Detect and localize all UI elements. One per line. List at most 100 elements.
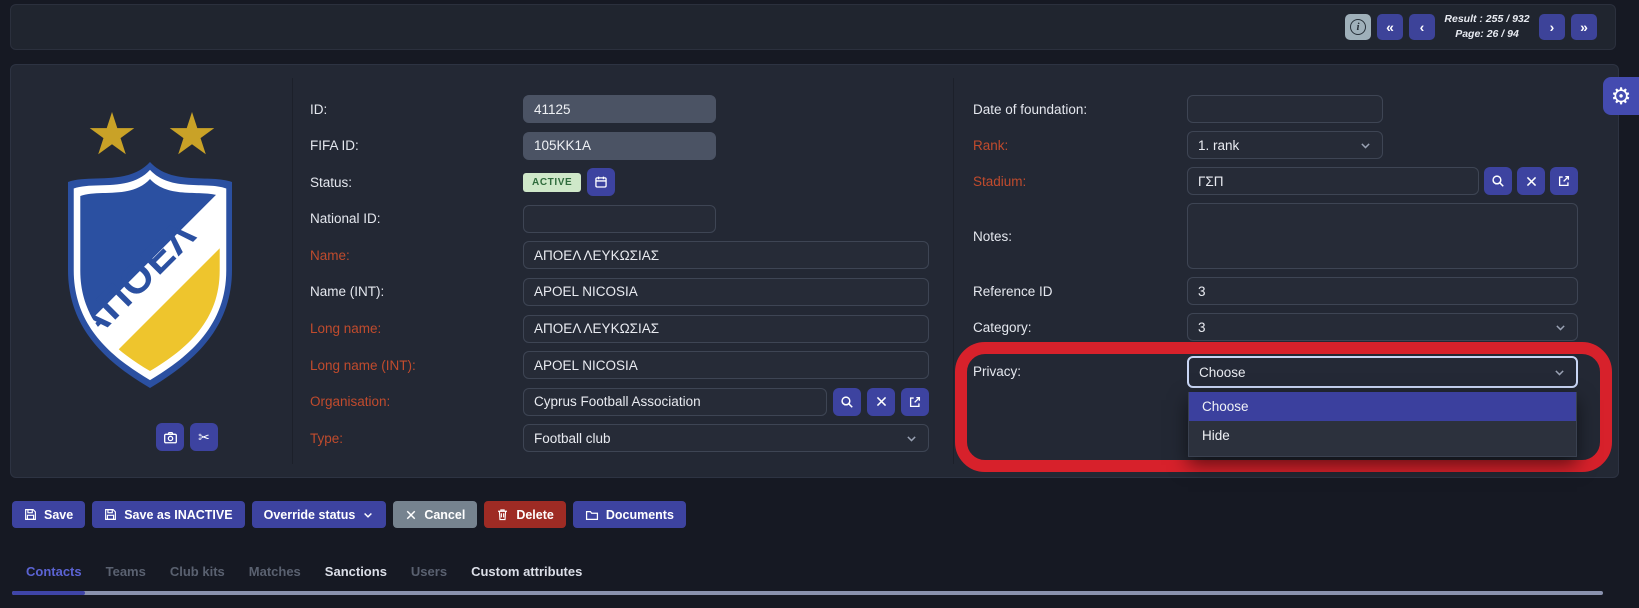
tab-club-kits[interactable]: Club kits (170, 564, 225, 579)
next-page-button[interactable]: › (1539, 14, 1565, 40)
organisation-label: Organisation: (310, 394, 523, 409)
status-badge: ACTIVE (523, 173, 581, 192)
long-name-label: Long name: (310, 321, 523, 336)
form-row-fifa-id: FIFA ID: (310, 132, 929, 160)
star-icon: ★ (166, 102, 218, 167)
name-int-label: Name (INT): (310, 284, 523, 299)
privacy-option-hide[interactable]: Hide (1189, 421, 1576, 450)
reference-id-field[interactable] (1187, 277, 1578, 305)
type-label: Type: (310, 431, 523, 446)
fifa-id-field[interactable] (523, 132, 716, 160)
club-logo: ★ ★ ΑΠΟΕΛ ✂ (38, 98, 262, 413)
national-id-field[interactable] (523, 205, 716, 233)
chevron-down-icon (1359, 139, 1372, 152)
national-id-label: National ID: (310, 211, 523, 226)
chevron-down-icon (1553, 366, 1566, 379)
stadium-open-button[interactable] (1550, 167, 1578, 195)
search-icon (1491, 174, 1505, 188)
star-icon: ★ (86, 102, 138, 167)
search-icon (840, 395, 854, 409)
privacy-select-value: Choose (1199, 365, 1246, 380)
camera-icon (163, 430, 178, 445)
action-bar: Save Save as INACTIVE Override status Ca… (12, 501, 686, 528)
form-row-type: Type: Football club (310, 424, 929, 452)
calendar-icon (594, 175, 608, 189)
form-row-national-id: National ID: (310, 205, 929, 233)
prev-page-button[interactable]: ‹ (1409, 14, 1435, 40)
long-name-int-label: Long name (INT): (310, 358, 523, 373)
form-row-name: Name: (310, 241, 929, 269)
crop-image-button[interactable]: ✂ (190, 423, 218, 451)
column-divider (953, 78, 954, 464)
settings-button[interactable]: ⚙ (1603, 77, 1639, 115)
reference-id-label: Reference ID (973, 284, 1187, 299)
tab-custom-attributes[interactable]: Custom attributes (471, 564, 582, 579)
privacy-select[interactable]: Choose (1187, 356, 1578, 388)
form-row-long-name: Long name: (310, 315, 929, 343)
result-count: Result : 255 / 932 (1441, 12, 1533, 27)
override-status-button[interactable]: Override status (252, 501, 387, 528)
upload-photo-button[interactable] (156, 423, 184, 451)
scissors-icon: ✂ (198, 429, 210, 446)
active-tab-underline (12, 591, 85, 595)
save-as-inactive-button[interactable]: Save as INACTIVE (92, 501, 244, 528)
organisation-search-button[interactable] (833, 388, 861, 416)
cancel-button[interactable]: Cancel (393, 501, 477, 528)
date-of-foundation-field[interactable] (1187, 95, 1383, 123)
organisation-clear-button[interactable] (867, 388, 895, 416)
first-page-button[interactable]: « (1377, 14, 1403, 40)
form-row-status: Status: ACTIVE (310, 168, 929, 196)
form-row-notes: Notes: (973, 203, 1578, 269)
fifa-id-label: FIFA ID: (310, 138, 523, 153)
x-icon (1525, 175, 1538, 188)
status-history-button[interactable] (587, 168, 615, 196)
club-form-right: Date of foundation: Rank: 1. rank Stadiu… (973, 95, 1578, 341)
tab-users[interactable]: Users (411, 564, 447, 579)
name-int-field[interactable] (523, 278, 929, 306)
club-crest-image: ★ ★ ΑΠΟΕΛ (38, 98, 262, 408)
notes-field[interactable] (1187, 203, 1578, 269)
column-divider (292, 78, 293, 464)
documents-button[interactable]: Documents (573, 501, 686, 528)
x-icon (405, 509, 417, 521)
tab-teams[interactable]: Teams (106, 564, 146, 579)
top-toolbar: i « ‹ Result : 255 / 932 Page: 26 / 94 ›… (10, 4, 1616, 50)
tab-sanctions[interactable]: Sanctions (325, 564, 387, 579)
notes-label: Notes: (973, 229, 1187, 244)
info-button[interactable]: i (1345, 14, 1371, 40)
double-chevron-left-icon: « (1386, 19, 1394, 35)
form-row-date-of-foundation: Date of foundation: (973, 95, 1578, 123)
form-row-organisation: Organisation: (310, 388, 929, 416)
stadium-clear-button[interactable] (1517, 167, 1545, 195)
type-select-value: Football club (534, 431, 611, 446)
name-field[interactable] (523, 241, 929, 269)
category-select[interactable]: 3 (1187, 313, 1578, 341)
last-page-button[interactable]: » (1571, 14, 1597, 40)
privacy-option-choose[interactable]: Choose (1189, 392, 1576, 421)
club-form-left: ID: FIFA ID: Status: ACTIVE National ID: (310, 95, 929, 452)
stadium-field[interactable] (1187, 167, 1479, 195)
category-label: Category: (973, 320, 1187, 335)
form-row-id: ID: (310, 95, 929, 123)
type-select[interactable]: Football club (523, 424, 929, 452)
id-field[interactable] (523, 95, 716, 123)
form-row-name-int: Name (INT): (310, 278, 929, 306)
form-row-stadium: Stadium: (973, 167, 1578, 195)
save-button[interactable]: Save (12, 501, 85, 528)
long-name-int-field[interactable] (523, 351, 929, 379)
date-of-foundation-label: Date of foundation: (973, 102, 1187, 117)
rank-select[interactable]: 1. rank (1187, 131, 1383, 159)
delete-button[interactable]: Delete (484, 501, 566, 528)
organisation-field[interactable] (523, 388, 827, 416)
rank-select-value: 1. rank (1198, 138, 1239, 153)
form-row-rank: Rank: 1. rank (973, 131, 1578, 159)
tab-contacts[interactable]: Contacts (26, 564, 82, 579)
double-chevron-right-icon: » (1580, 19, 1588, 35)
organisation-open-button[interactable] (901, 388, 929, 416)
save-icon (104, 508, 117, 521)
stadium-search-button[interactable] (1484, 167, 1512, 195)
long-name-field[interactable] (523, 315, 929, 343)
tab-matches[interactable]: Matches (249, 564, 301, 579)
name-label: Name: (310, 248, 523, 263)
category-select-value: 3 (1198, 320, 1206, 335)
